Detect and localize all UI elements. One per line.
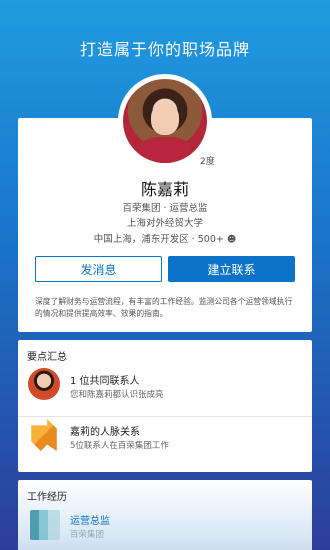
location-connections-text: 中国上海，浦东开发区 · 500+: [93, 234, 224, 245]
experience-title: 工作经历: [27, 492, 67, 503]
people-icon: ☻: [226, 235, 237, 245]
experience-company: 百荣集团: [70, 530, 105, 540]
slogan-title: 打造属于你的职场品牌: [79, 40, 250, 59]
profile-name: 陈嘉莉: [140, 180, 189, 199]
highlight-subtitle: 5位联系人在百荣集团工作: [70, 441, 169, 451]
profile-headline: 百荣集团 · 运营总监: [122, 203, 208, 214]
connect-button[interactable]: 建立联系: [168, 256, 295, 282]
highlights-card: 要点汇总 1 位共同联系人 您和陈嘉莉都认识张成亮 嘉莉的人脉关系 5位联系人在…: [18, 340, 312, 472]
experience-card: 工作经历 运营总监 百荣集团: [18, 480, 312, 550]
profile-avatar[interactable]: [118, 74, 212, 168]
profile-photo: [123, 79, 207, 163]
highlights-title: 要点汇总: [27, 352, 67, 363]
connection-degree-badge: 2度: [200, 157, 215, 167]
message-button[interactable]: 发消息: [35, 256, 162, 282]
profile-school: 上海对外经贸大学: [126, 218, 203, 229]
highlight-mutual-connection[interactable]: 1 位共同联系人 您和陈嘉莉都认识张成亮: [18, 366, 312, 410]
highlight-network[interactable]: 嘉莉的人脉关系 5位联系人在百荣集团工作: [18, 416, 312, 460]
highlight-title: 嘉莉的人脉关系: [70, 427, 140, 438]
experience-role[interactable]: 运营总监: [70, 512, 110, 527]
profile-bio: 深度了解财务与运营流程，有丰富的工作经验。监测公司各个运营领域执行的情况和提供提…: [35, 297, 293, 318]
profile-location: 中国上海，浦东开发区 · 500+ ☻: [18, 231, 312, 245]
company-logo-icon: [30, 510, 60, 540]
highlight-subtitle: 您和陈嘉莉都认识张成亮: [70, 390, 164, 400]
ribbon-icon: [31, 419, 57, 451]
highlight-title: 1 位共同联系人: [70, 376, 140, 387]
person-avatar: [28, 368, 60, 400]
